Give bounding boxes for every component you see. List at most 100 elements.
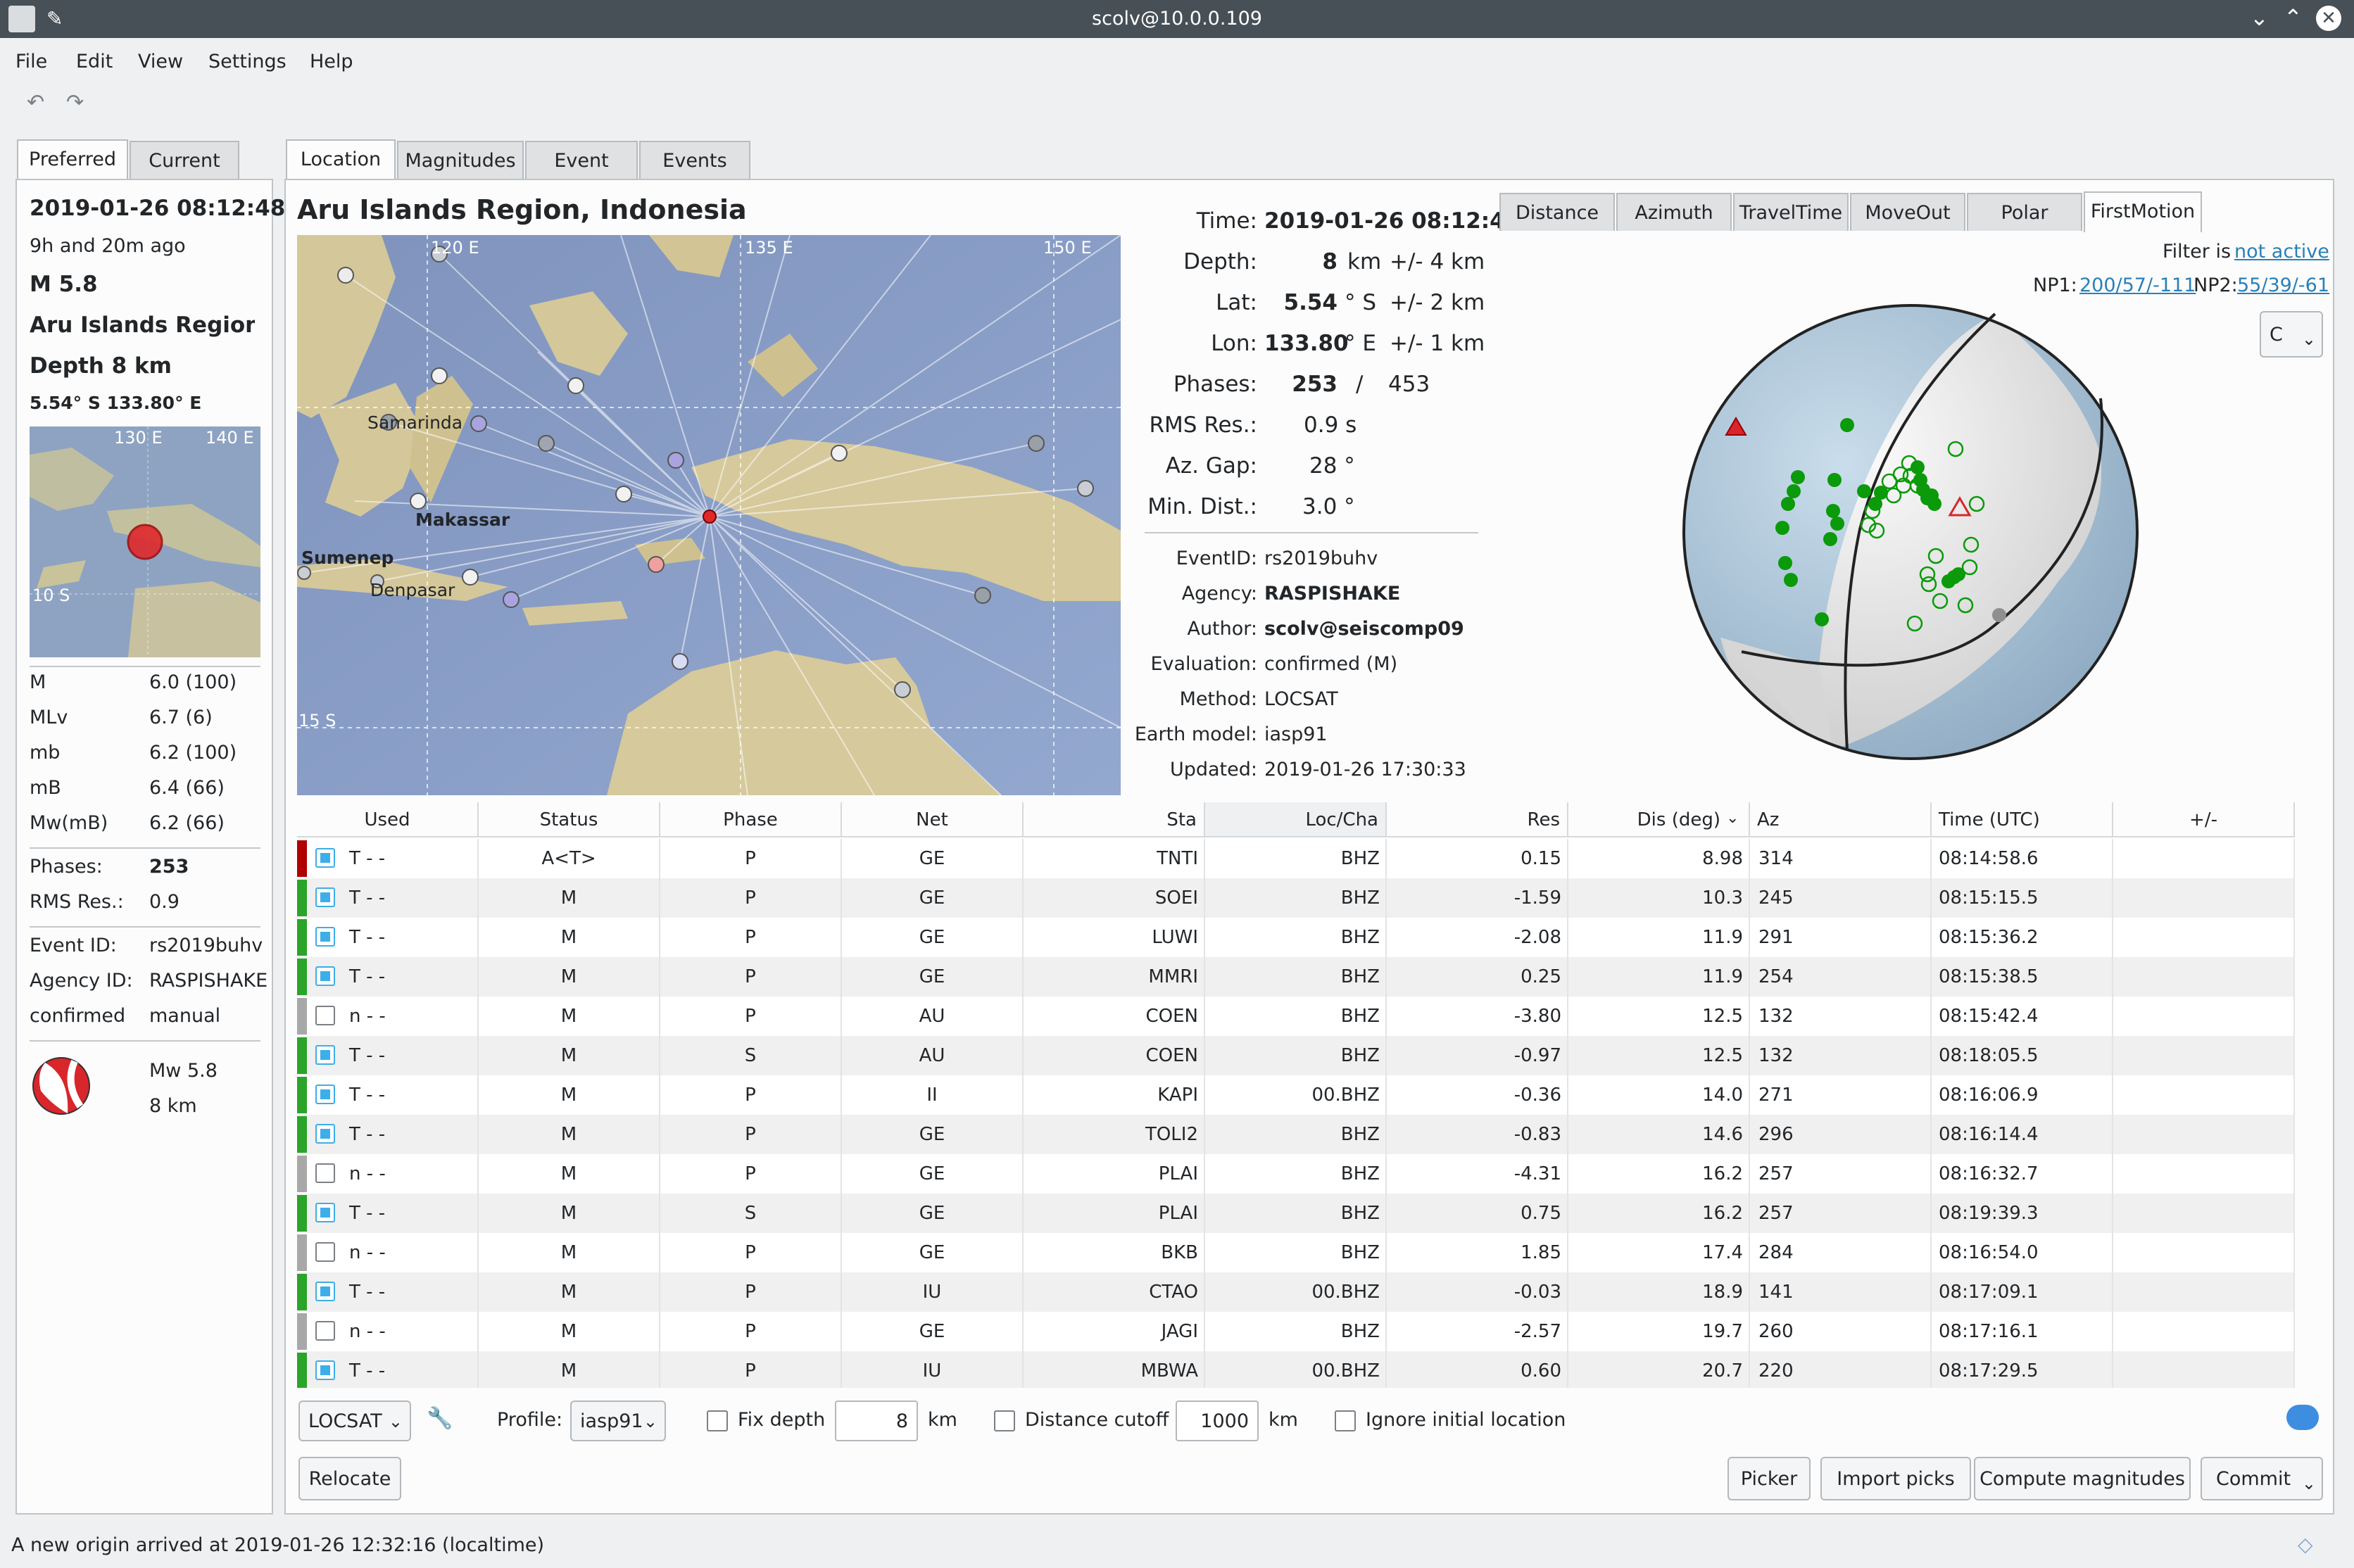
col-loc-cha[interactable]: Loc/Cha (1205, 802, 1387, 837)
menu-help[interactable]: Help (310, 42, 353, 82)
sort-descending-icon: ⌄ (1726, 809, 1739, 827)
table-row[interactable]: T - - M P II KAPI 00.BHZ -0.36 14.0 271 08:16:06.… (297, 1075, 2295, 1115)
plot-tab-polar[interactable]: Polar (1967, 193, 2082, 231)
compute-magnitudes-button[interactable]: Compute magnitudes (1974, 1457, 2191, 1500)
used-checkbox[interactable] (315, 848, 335, 868)
table-row[interactable]: T - - M S AU COEN BHZ -0.97 12.5 132 08:18:05.5 (297, 1036, 2295, 1075)
cell-unc (2113, 1115, 2295, 1154)
col-net[interactable]: Net (842, 802, 1024, 837)
used-checkbox[interactable] (315, 887, 335, 907)
plot-options-combo[interactable]: C ⌄ (2260, 311, 2323, 358)
locator-combo[interactable]: LOCSAT ⌄ (298, 1401, 411, 1441)
cell-status: M (479, 1272, 660, 1312)
col-sta[interactable]: Sta (1024, 802, 1205, 837)
np2-link[interactable]: 55/39/-61 (2237, 274, 2329, 296)
cutoff-input[interactable]: 1000 (1176, 1401, 1259, 1441)
menu-file[interactable]: File (15, 42, 47, 82)
table-row[interactable]: n - - M P GE JAGI BHZ -2.57 19.7 260 08:17:16.1 (297, 1312, 2295, 1351)
maximize-icon[interactable]: ⌃ (2284, 4, 2303, 31)
table-row[interactable]: T - - M P IU CTAO 00.BHZ -0.03 18.9 141 08:17:09.… (297, 1272, 2295, 1312)
tab-current[interactable]: Current (130, 141, 239, 179)
used-checkbox[interactable] (315, 1282, 335, 1301)
mag-value: 6.2 (100) (149, 742, 237, 764)
used-checkbox[interactable] (315, 1360, 335, 1380)
col-uncertainty[interactable]: +/- (2113, 802, 2295, 837)
table-row[interactable]: n - - M P GE PLAI BHZ -4.31 16.2 257 08:16:32.7 (297, 1154, 2295, 1194)
minimize-icon[interactable]: ⌄ (2250, 4, 2269, 31)
detail-time: 2019-01-26 08:12:48 (1264, 208, 1521, 234)
tab-magnitudes[interactable]: Magnitudes (397, 141, 524, 179)
used-checkbox[interactable] (315, 1124, 335, 1144)
cell-sta: PLAI (1024, 1194, 1205, 1233)
table-row[interactable]: T - - M P GE LUWI BHZ -2.08 11.9 291 08:15:36.2 (297, 918, 2295, 957)
relocate-button[interactable]: Relocate (298, 1457, 401, 1500)
plot-tab-firstmotion[interactable]: FirstMotion (2084, 191, 2202, 232)
first-motion-plot[interactable] (1678, 300, 2143, 764)
used-checkbox[interactable] (315, 1163, 335, 1183)
col-time[interactable]: Time (UTC) (1932, 802, 2113, 837)
region-title: Aru Islands Region, Indonesia (297, 194, 747, 225)
filter-link[interactable]: not active (2234, 241, 2329, 263)
cell-dis: 14.0 (1568, 1075, 1750, 1115)
location-map[interactable]: 120 E 135 E 150 E 15 S Samarinda Makassa… (297, 235, 1121, 795)
picker-button[interactable]: Picker (1727, 1457, 1811, 1500)
col-used[interactable]: Used (297, 802, 479, 837)
used-checkbox[interactable] (315, 1006, 335, 1025)
used-checkbox[interactable] (315, 1085, 335, 1104)
tab-events[interactable]: Events (639, 141, 750, 179)
table-row[interactable]: T - - M S GE PLAI BHZ 0.75 16.2 257 08:19:39.3 (297, 1194, 2295, 1233)
col-res[interactable]: Res (1387, 802, 1568, 837)
menu-edit[interactable]: Edit (76, 42, 113, 82)
cell-cha: BHZ (1205, 839, 1387, 878)
table-row[interactable]: T - - M P GE TOLI2 BHZ -0.83 14.6 296 08:16:14.4 (297, 1115, 2295, 1154)
ignore-initial-checkbox[interactable] (1335, 1410, 1356, 1431)
np1-link[interactable]: 200/57/-111 (2079, 274, 2196, 296)
used-checkbox[interactable] (315, 966, 335, 986)
redo-icon[interactable]: ↷ (66, 90, 84, 115)
wrench-icon[interactable]: 🔧 (427, 1406, 453, 1431)
undo-icon[interactable]: ↶ (27, 90, 44, 115)
import-picks-button[interactable]: Import picks (1820, 1457, 1971, 1500)
used-checkbox[interactable] (315, 1045, 335, 1065)
table-row[interactable]: n - - M P GE BKB BHZ 1.85 17.4 284 08:16:54.0 (297, 1233, 2295, 1272)
plot-tab-azimuth[interactable]: Azimuth (1616, 193, 1732, 231)
distance-cutoff-checkbox[interactable] (994, 1410, 1015, 1431)
detail-label: Lon: (1211, 331, 1257, 356)
chat-icon[interactable] (2286, 1405, 2319, 1430)
plot-tab-distance[interactable]: Distance (1499, 193, 1615, 231)
col-status[interactable]: Status (479, 802, 660, 837)
used-checkbox[interactable] (315, 1242, 335, 1262)
mini-map[interactable]: 130 E 140 E 10 S (30, 426, 260, 657)
profile-combo[interactable]: iasp91 ⌄ (570, 1401, 666, 1441)
table-row[interactable]: T - - A<T> P GE TNTI BHZ 0.15 8.98 314 08:14:58.6 (297, 839, 2295, 878)
cell-phase: P (660, 1075, 842, 1115)
plot-tab-moveout[interactable]: MoveOut (1850, 193, 1965, 231)
fm-magnitude: Mw 5.8 (149, 1060, 218, 1082)
tab-preferred[interactable]: Preferred (17, 139, 128, 180)
col-az[interactable]: Az (1750, 802, 1932, 837)
used-checkbox[interactable] (315, 1321, 335, 1341)
close-icon[interactable]: ✕ (2316, 6, 2341, 31)
cell-sta: MBWA (1024, 1351, 1205, 1388)
menu-settings[interactable]: Settings (208, 42, 287, 82)
tab-event[interactable]: Event (525, 141, 638, 179)
fix-depth-checkbox[interactable] (707, 1410, 728, 1431)
pin-icon[interactable]: ✎ (46, 7, 63, 30)
commit-button[interactable]: Commit ⌄ (2201, 1457, 2323, 1500)
cell-cha: BHZ (1205, 878, 1387, 918)
col-dis[interactable]: Dis (deg) (1568, 802, 1750, 837)
col-phase[interactable]: Phase (660, 802, 842, 837)
table-row[interactable]: T - - M P IU MBWA 00.BHZ 0.60 20.7 220 08:17:29.5 (297, 1351, 2295, 1388)
table-row[interactable]: T - - M P GE SOEI BHZ -1.59 10.3 245 08:15:15.5 (297, 878, 2295, 918)
used-checkbox[interactable] (315, 1203, 335, 1222)
table-row[interactable]: T - - M P GE MMRI BHZ 0.25 11.9 254 08:15:38.5 (297, 957, 2295, 997)
depth-input[interactable]: 8 (835, 1401, 918, 1441)
menu-view[interactable]: View (138, 42, 183, 82)
cell-net: GE (842, 957, 1024, 997)
chevron-down-icon[interactable]: ⌄ (2302, 1462, 2316, 1505)
plot-tab-traveltime[interactable]: TravelTime (1733, 193, 1849, 231)
used-checkbox[interactable] (315, 927, 335, 947)
cell-unc (2113, 997, 2295, 1036)
tab-location[interactable]: Location (286, 139, 396, 180)
table-row[interactable]: n - - M P AU COEN BHZ -3.80 12.5 132 08:15:42.4 (297, 997, 2295, 1036)
